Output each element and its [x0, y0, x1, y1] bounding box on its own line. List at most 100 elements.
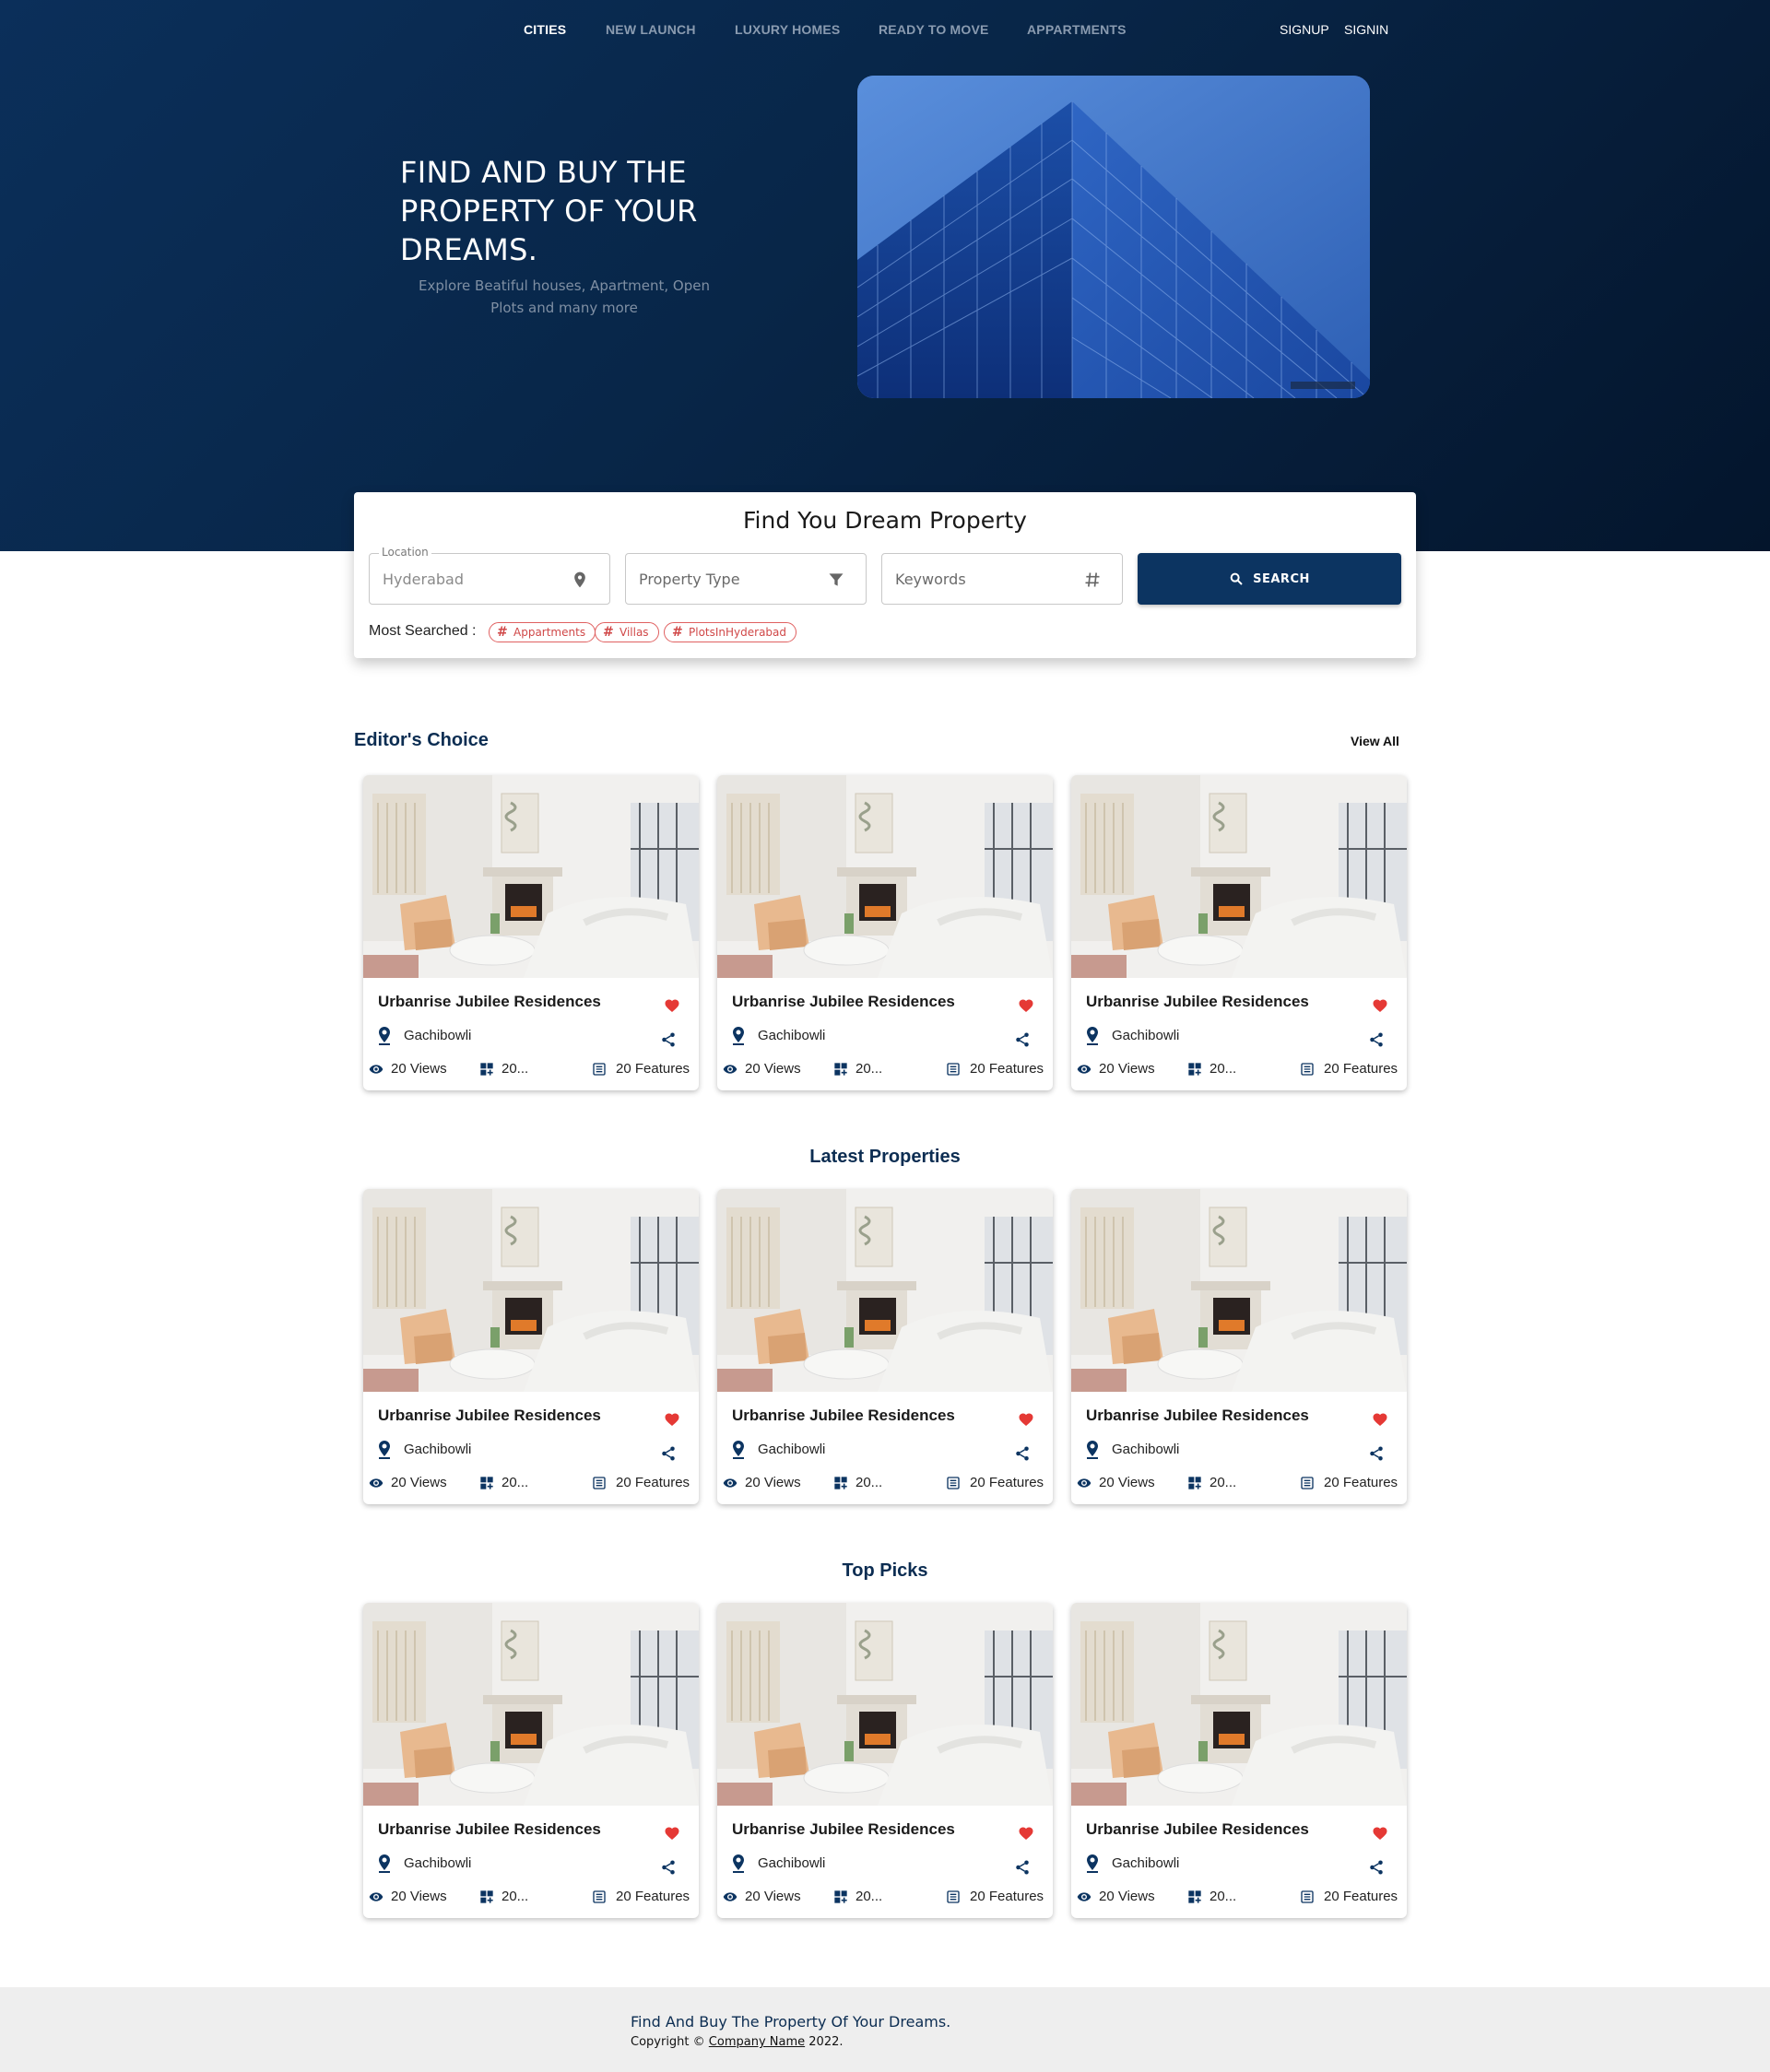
eye-icon: [1077, 1892, 1092, 1901]
eye-icon: [723, 1892, 738, 1901]
property-area: 20...: [502, 1889, 529, 1904]
heart-icon[interactable]: [664, 997, 680, 1013]
property-views: 20 Views: [1099, 1061, 1155, 1077]
nav-luxury-homes[interactable]: LUXURY HOMES: [735, 22, 840, 37]
property-area: 20...: [856, 1889, 883, 1904]
property-location: Gachibowli: [1112, 1855, 1180, 1871]
dashboard-icon: [834, 1063, 847, 1076]
eye-icon: [369, 1478, 384, 1488]
tag-plots-in-hyderabad[interactable]: # PlotsInHyderabad: [664, 622, 797, 642]
location-field[interactable]: Location Hyderabad: [369, 546, 610, 605]
property-image: [363, 1603, 699, 1806]
feature-list-icon: [947, 1477, 960, 1489]
hash-icon: [1085, 572, 1100, 587]
location-pin-icon: [379, 1027, 390, 1045]
share-icon[interactable]: [1014, 1859, 1031, 1876]
property-features: 20 Features: [970, 1061, 1044, 1077]
share-icon[interactable]: [1368, 1445, 1385, 1462]
property-area: 20...: [1210, 1889, 1237, 1904]
nav-new-launch[interactable]: NEW LAUNCH: [606, 22, 696, 37]
share-icon[interactable]: [1368, 1031, 1385, 1048]
property-features: 20 Features: [1324, 1889, 1398, 1904]
heart-icon[interactable]: [1372, 997, 1388, 1013]
location-pin-icon: [1087, 1027, 1098, 1045]
view-all-link[interactable]: View All: [1351, 734, 1399, 748]
share-icon[interactable]: [1014, 1445, 1031, 1462]
heart-icon[interactable]: [1372, 1411, 1388, 1427]
nav-appartments[interactable]: APPARTMENTS: [1027, 22, 1127, 37]
share-icon[interactable]: [660, 1859, 677, 1876]
share-icon[interactable]: [1014, 1031, 1031, 1048]
property-card[interactable]: Urbanrise Jubilee Residences Gachibowli …: [363, 775, 699, 1090]
property-title: Urbanrise Jubilee Residences: [378, 1820, 601, 1838]
property-title: Urbanrise Jubilee Residences: [732, 993, 955, 1010]
eye-icon: [369, 1065, 384, 1074]
property-image: [1071, 1189, 1407, 1392]
share-icon[interactable]: [660, 1031, 677, 1048]
property-type-select[interactable]: Property Type: [625, 553, 867, 605]
signin-link[interactable]: SIGNIN: [1344, 22, 1388, 37]
property-location: Gachibowli: [1112, 1442, 1180, 1457]
top-picks-title: Top Picks: [842, 1560, 928, 1581]
tag-label: Appartments: [513, 626, 586, 639]
nav-ready-to-move[interactable]: READY TO MOVE: [879, 22, 989, 37]
share-icon[interactable]: [660, 1445, 677, 1462]
most-searched-label: Most Searched :: [369, 623, 477, 639]
property-title: Urbanrise Jubilee Residences: [378, 993, 601, 1010]
property-title: Urbanrise Jubilee Residences: [1086, 1407, 1309, 1424]
feature-list-icon: [947, 1890, 960, 1903]
property-title: Urbanrise Jubilee Residences: [1086, 1820, 1309, 1838]
heart-icon[interactable]: [664, 1411, 680, 1427]
property-views: 20 Views: [391, 1061, 447, 1077]
heart-icon[interactable]: [664, 1825, 680, 1841]
property-location: Gachibowli: [758, 1028, 826, 1043]
share-icon[interactable]: [1368, 1859, 1385, 1876]
heart-icon[interactable]: [1372, 1825, 1388, 1841]
tag-appartments[interactable]: # Appartments: [489, 622, 596, 642]
property-location: Gachibowli: [404, 1442, 472, 1457]
property-card[interactable]: Urbanrise Jubilee Residences Gachibowli …: [717, 775, 1053, 1090]
property-title: Urbanrise Jubilee Residences: [732, 1407, 955, 1424]
property-type-placeholder: Property Type: [639, 571, 740, 588]
property-features: 20 Features: [970, 1889, 1044, 1904]
property-area: 20...: [502, 1475, 529, 1490]
feature-list-icon: [593, 1890, 606, 1903]
property-card[interactable]: Urbanrise Jubilee Residences Gachibowli …: [1071, 1189, 1407, 1504]
nav-cities[interactable]: CITIES: [524, 22, 566, 37]
hash-icon: #: [672, 625, 683, 640]
search-button[interactable]: SEARCH: [1138, 553, 1401, 605]
hash-icon: #: [497, 625, 508, 640]
eye-icon: [723, 1065, 738, 1074]
heart-icon[interactable]: [1018, 997, 1034, 1013]
property-card[interactable]: Urbanrise Jubilee Residences Gachibowli …: [363, 1189, 699, 1504]
property-image: [1071, 1603, 1407, 1806]
property-area: 20...: [502, 1061, 529, 1077]
eye-icon: [723, 1478, 738, 1488]
tag-label: Villas: [620, 626, 649, 639]
property-area: 20...: [856, 1061, 883, 1077]
company-link[interactable]: Company Name: [709, 2035, 805, 2049]
location-pin-icon: [1087, 1854, 1098, 1873]
property-image: [717, 775, 1053, 978]
property-features: 20 Features: [970, 1475, 1044, 1490]
property-area: 20...: [1210, 1061, 1237, 1077]
property-features: 20 Features: [616, 1475, 690, 1490]
signup-link[interactable]: SIGNUP: [1280, 22, 1329, 37]
feature-list-icon: [1301, 1477, 1314, 1489]
footer-copyright: Copyright © Company Name 2022.: [631, 2035, 844, 2049]
property-views: 20 Views: [745, 1061, 801, 1077]
tag-villas[interactable]: # Villas: [595, 622, 659, 642]
property-card[interactable]: Urbanrise Jubilee Residences Gachibowli …: [363, 1603, 699, 1918]
property-card[interactable]: Urbanrise Jubilee Residences Gachibowli …: [717, 1189, 1053, 1504]
property-card[interactable]: Urbanrise Jubilee Residences Gachibowli …: [1071, 775, 1407, 1090]
location-pin-icon: [733, 1441, 744, 1459]
location-pin-icon: [379, 1441, 390, 1459]
dashboard-icon: [480, 1890, 493, 1903]
heart-icon[interactable]: [1018, 1411, 1034, 1427]
keywords-input[interactable]: Keywords: [881, 553, 1123, 605]
heart-icon[interactable]: [1018, 1825, 1034, 1841]
feature-list-icon: [1301, 1890, 1314, 1903]
property-card[interactable]: Urbanrise Jubilee Residences Gachibowli …: [1071, 1603, 1407, 1918]
location-label: Location: [379, 546, 431, 559]
property-card[interactable]: Urbanrise Jubilee Residences Gachibowli …: [717, 1603, 1053, 1918]
